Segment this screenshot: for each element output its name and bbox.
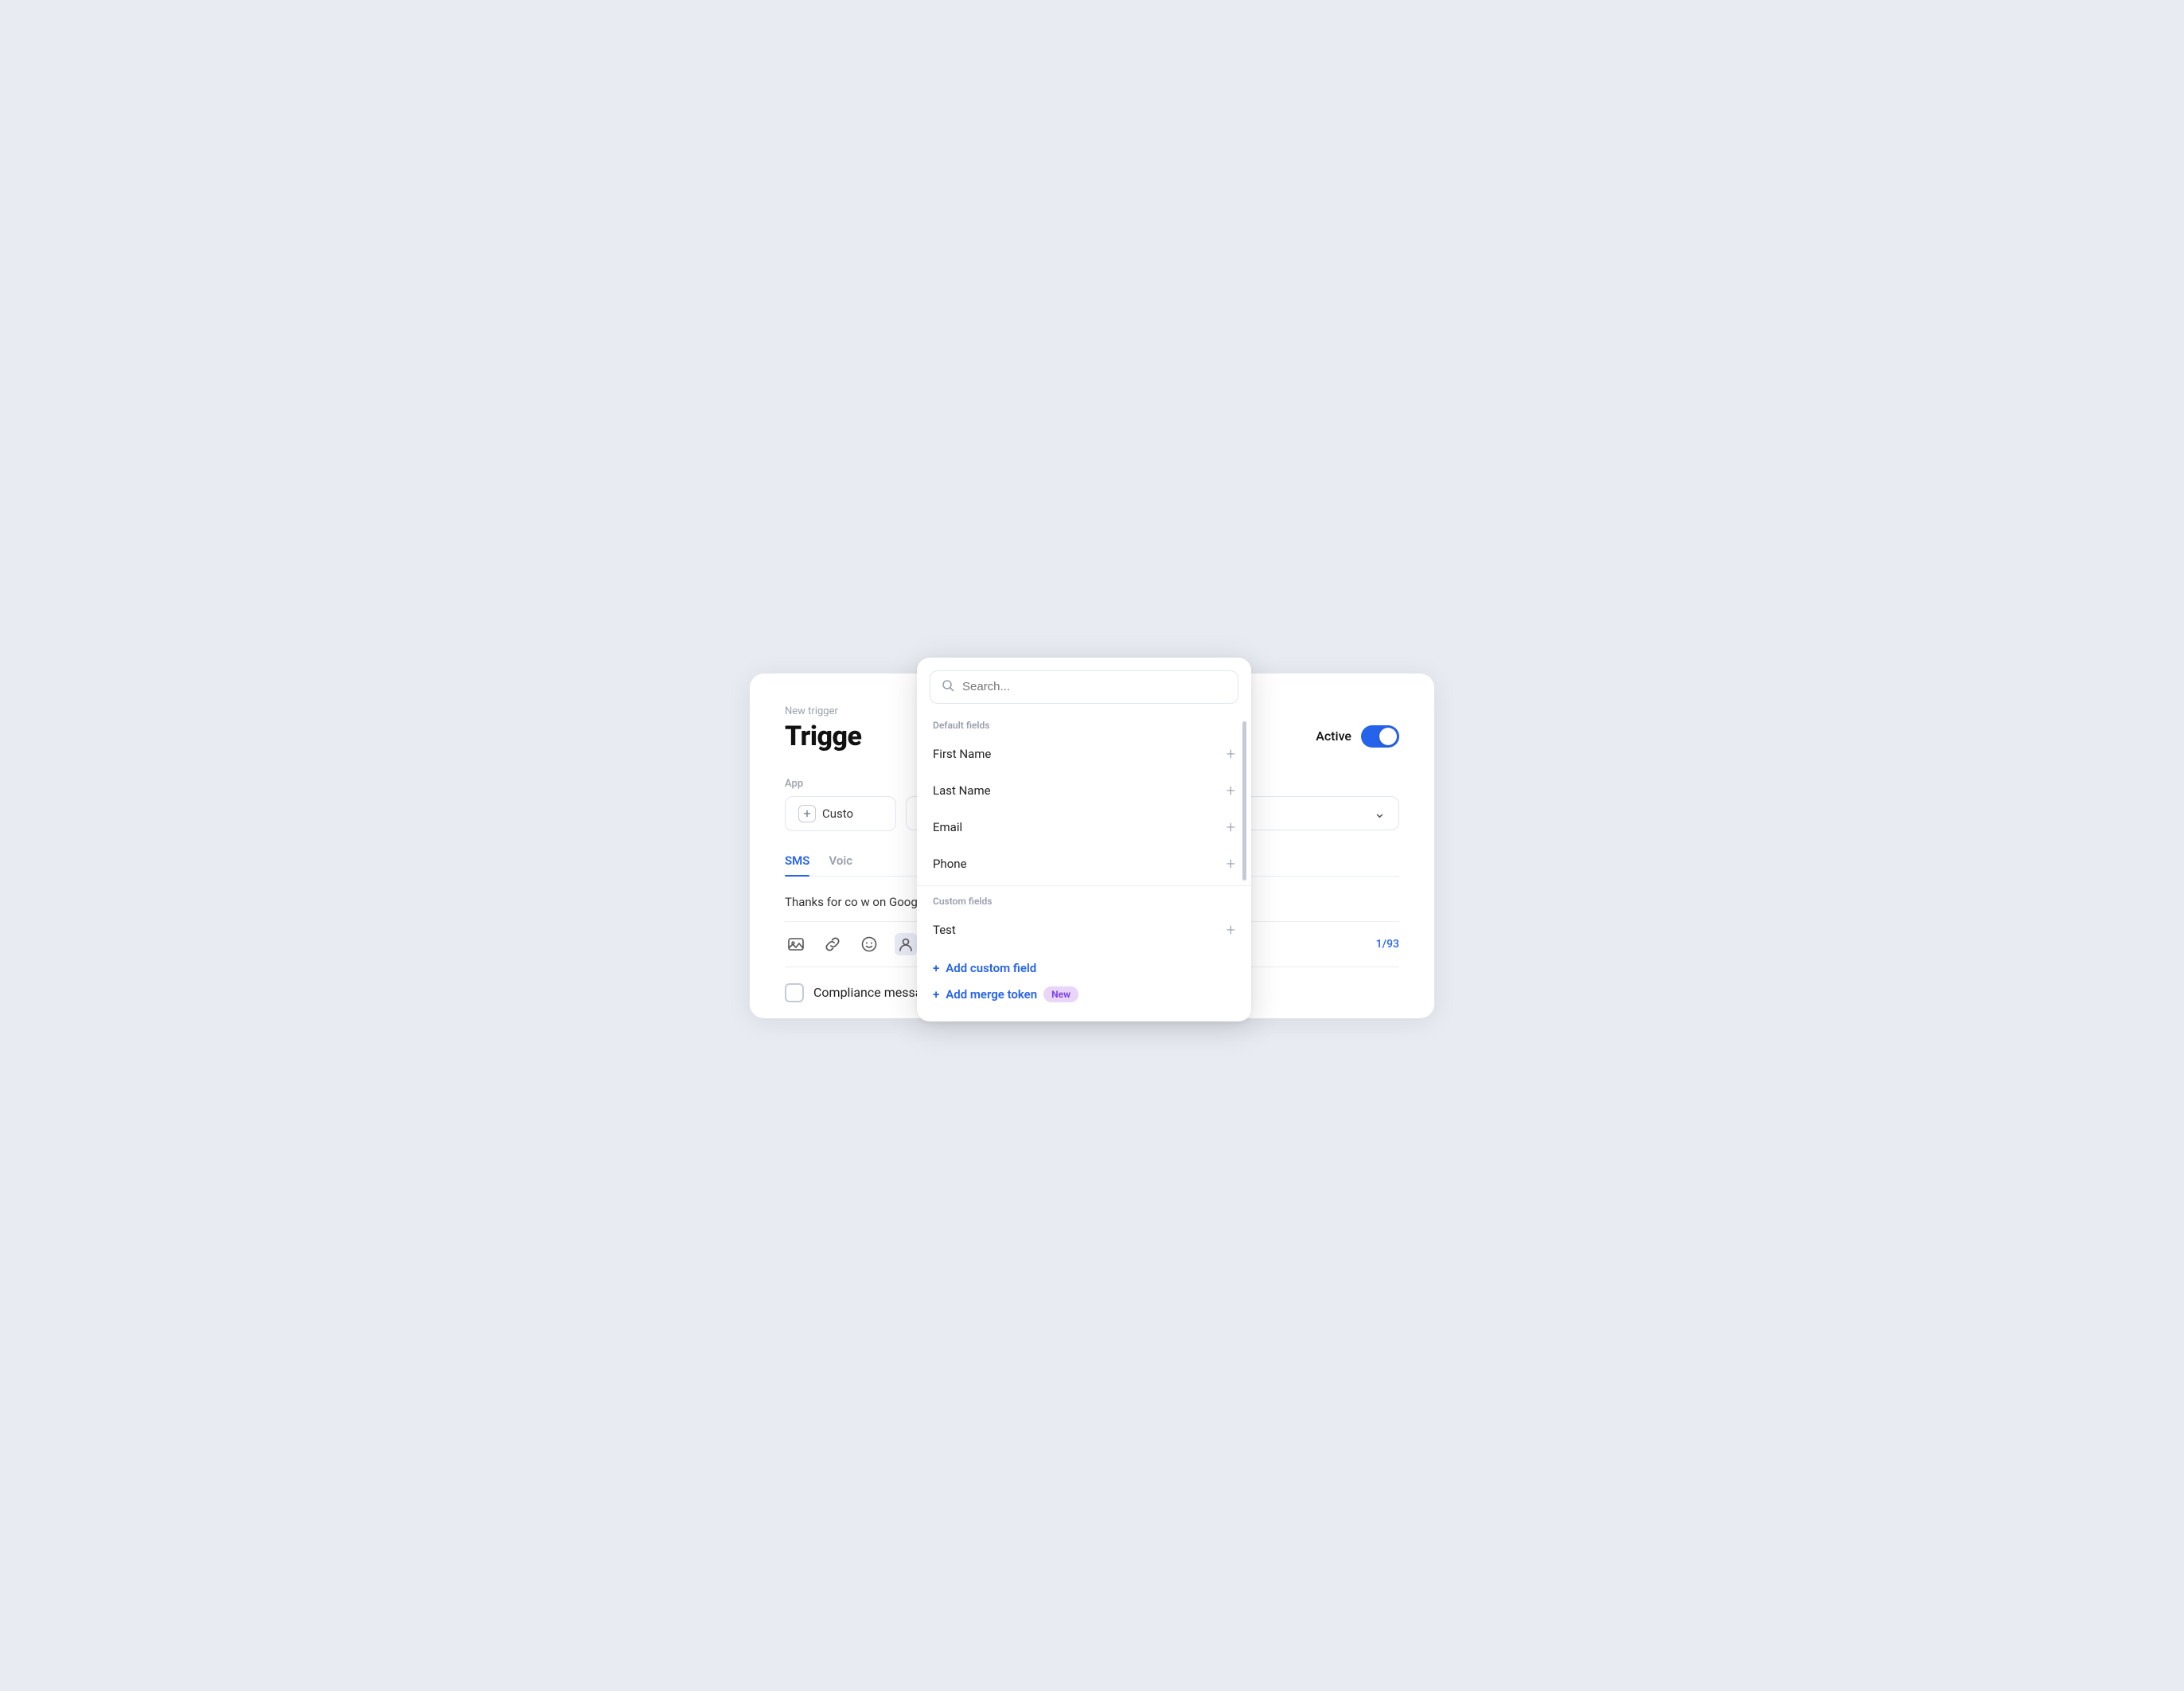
dropdown-footer: + Add custom field + Add merge token New bbox=[917, 948, 1251, 1021]
search-input[interactable] bbox=[962, 680, 1227, 693]
field-first-name-plus: + bbox=[1227, 746, 1235, 762]
add-merge-token-plus-icon: + bbox=[933, 987, 939, 1002]
active-toggle[interactable] bbox=[1361, 725, 1399, 748]
add-custom-field-button[interactable]: + Add custom field bbox=[933, 956, 1235, 980]
field-last-name[interactable]: Last Name + bbox=[917, 772, 1251, 809]
add-custom-field-plus-icon: + bbox=[933, 961, 939, 975]
default-fields-label: Default fields bbox=[917, 713, 1251, 736]
chevron-down-icon: ⌄ bbox=[1374, 805, 1386, 822]
dropdown-scrollbar[interactable] bbox=[1242, 721, 1246, 881]
person-icon[interactable] bbox=[895, 933, 917, 955]
field-test-plus: + bbox=[1227, 922, 1235, 938]
field-first-name[interactable]: First Name + bbox=[917, 736, 1251, 772]
field-test-label: Test bbox=[933, 923, 956, 937]
field-first-name-label: First Name bbox=[933, 747, 991, 761]
field-last-name-plus: + bbox=[1227, 783, 1235, 799]
add-merge-token-button[interactable]: + Add merge token New bbox=[933, 982, 1235, 1007]
app-selector[interactable]: + Custo bbox=[785, 796, 896, 831]
field-email[interactable]: Email + bbox=[917, 809, 1251, 846]
app-plus-icon: + bbox=[798, 805, 816, 822]
dropdown-divider bbox=[917, 885, 1251, 886]
tab-sms[interactable]: SMS bbox=[785, 853, 809, 876]
compliance-checkbox[interactable] bbox=[785, 983, 804, 1002]
field-email-plus: + bbox=[1227, 819, 1235, 835]
link-icon[interactable] bbox=[821, 933, 844, 955]
message-preview-text: Thanks for co bbox=[785, 895, 858, 909]
active-label: Active bbox=[1316, 728, 1351, 744]
tab-voice[interactable]: Voic bbox=[829, 853, 852, 876]
char-count: 1/93 bbox=[1376, 938, 1399, 951]
page-title: Trigge bbox=[785, 721, 861, 752]
emoji-icon[interactable] bbox=[858, 933, 880, 955]
field-phone-label: Phone bbox=[933, 857, 967, 871]
field-test[interactable]: Test + bbox=[917, 912, 1251, 948]
new-badge: New bbox=[1043, 986, 1078, 1002]
field-phone-plus: + bbox=[1227, 856, 1235, 872]
field-phone[interactable]: Phone + bbox=[917, 846, 1251, 882]
image-icon[interactable] bbox=[785, 933, 807, 955]
fields-dropdown: Default fields First Name + Last Name + … bbox=[917, 658, 1251, 1021]
add-merge-token-label: Add merge token bbox=[946, 987, 1037, 1002]
custom-fields-label: Custom fields bbox=[917, 889, 1251, 912]
dropdown-search-area bbox=[917, 658, 1251, 713]
field-last-name-label: Last Name bbox=[933, 783, 991, 798]
search-box[interactable] bbox=[930, 670, 1238, 704]
add-custom-field-label: Add custom field bbox=[946, 961, 1036, 975]
main-card: New trigger Trigge Active App + Custo ⌄ … bbox=[750, 674, 1434, 1018]
search-icon bbox=[942, 679, 954, 695]
app-selector-text: Custo bbox=[822, 806, 853, 821]
field-email-label: Email bbox=[933, 820, 962, 834]
